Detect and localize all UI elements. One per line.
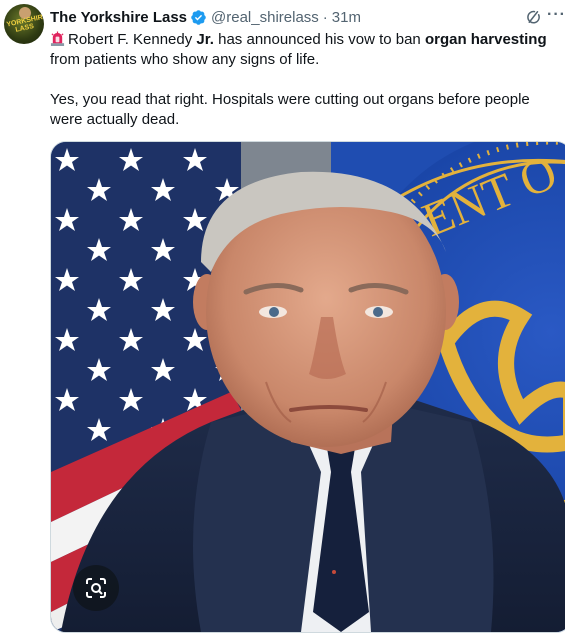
- author-avatar[interactable]: YORKSHIRE LASS: [4, 4, 44, 44]
- post-timestamp[interactable]: 31m: [332, 9, 361, 26]
- post-paragraph-2: Yes, you read that right. Hospitals were…: [50, 91, 530, 128]
- verified-badge-icon[interactable]: [190, 9, 207, 26]
- post-image[interactable]: ENT O: [50, 141, 565, 633]
- siren-emoji-icon: [50, 31, 65, 46]
- grok-image-icon: [86, 578, 106, 598]
- post-header: The Yorkshire Lass @real_shirelass · 31m: [50, 7, 361, 27]
- more-icon[interactable]: ···: [547, 6, 565, 24]
- author-name[interactable]: The Yorkshire Lass: [50, 9, 187, 26]
- grok-image-button[interactable]: [73, 565, 119, 611]
- p1-text-3: from patients who show any signs of life…: [50, 51, 320, 68]
- avatar-logo-text: YORKSHIRE LASS: [5, 13, 44, 34]
- author-handle[interactable]: @real_shirelass: [211, 9, 319, 26]
- tie-dot: [332, 570, 336, 574]
- p1-text-1: Robert F. Kennedy: [68, 31, 197, 48]
- p1-text-2: has announced his vow to ban: [213, 31, 425, 48]
- right-iris: [373, 307, 383, 317]
- post-paragraph-1: Robert F. Kennedy Jr. has announced his …: [50, 30, 560, 70]
- p1-bold-2: organ harvesting: [424, 31, 547, 48]
- p1-bold-1: Jr.: [196, 31, 214, 48]
- separator-dot: ·: [322, 8, 328, 26]
- portrait-photo: ENT O: [51, 142, 565, 632]
- grok-icon[interactable]: [524, 8, 542, 26]
- post-text: Robert F. Kennedy Jr. has announced his …: [50, 30, 560, 130]
- left-iris: [269, 307, 279, 317]
